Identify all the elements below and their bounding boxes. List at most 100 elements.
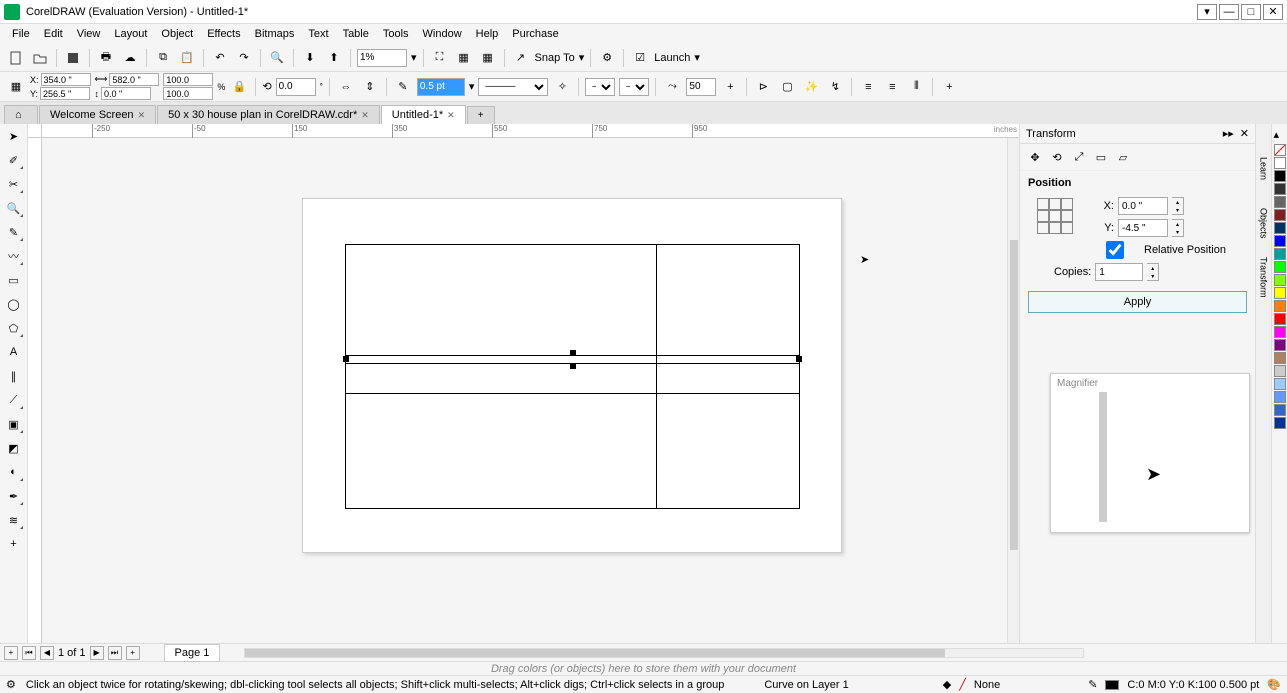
close-button[interactable]: ✕: [1263, 4, 1283, 20]
dimension-tool[interactable]: ⟋: [4, 390, 24, 410]
ellipse-tool[interactable]: ◯: [4, 294, 24, 314]
copies-input[interactable]: [1095, 263, 1143, 281]
wrap-icon[interactable]: ⤳: [662, 77, 682, 97]
align-center-icon[interactable]: ≡: [882, 77, 902, 97]
color-scroll-up-icon[interactable]: ▴: [1274, 128, 1286, 140]
crop-tool[interactable]: ✂: [4, 174, 24, 194]
text-tool[interactable]: A: [4, 342, 24, 362]
menu-tools[interactable]: Tools: [377, 26, 415, 42]
cloud-icon[interactable]: ☁: [120, 48, 140, 68]
menu-help[interactable]: Help: [470, 26, 505, 42]
rotation-input[interactable]: [276, 78, 316, 96]
plus-icon[interactable]: +: [720, 77, 740, 97]
color-swatch[interactable]: [1274, 274, 1286, 286]
menu-purchase[interactable]: Purchase: [506, 26, 564, 42]
docker-tab-transform[interactable]: Transform: [1257, 252, 1271, 302]
color-swatch[interactable]: [1274, 300, 1286, 312]
spinner[interactable]: ▴▾: [1172, 219, 1184, 237]
width-input[interactable]: [109, 73, 159, 86]
color-swatch[interactable]: [1274, 326, 1286, 338]
guides-icon[interactable]: ↗: [511, 48, 531, 68]
color-swatch[interactable]: [1274, 235, 1286, 247]
align-left-icon[interactable]: ≡: [858, 77, 878, 97]
import-icon[interactable]: ⬇: [300, 48, 320, 68]
close-tab-icon[interactable]: ✕: [447, 110, 455, 121]
color-swatch[interactable]: [1274, 378, 1286, 390]
add-page-icon[interactable]: +: [4, 646, 18, 660]
selection-handle[interactable]: [796, 356, 802, 362]
docker-collapse-icon[interactable]: ▸▸: [1223, 127, 1234, 140]
close-curve-icon[interactable]: ⊳: [753, 77, 773, 97]
color-swatch[interactable]: [1274, 339, 1286, 351]
transform-rotate-icon[interactable]: ⟲: [1048, 148, 1066, 166]
mirror-h-icon[interactable]: ⇔: [336, 77, 356, 97]
minimize-button[interactable]: —: [1219, 4, 1239, 20]
freehand-tool[interactable]: ✎: [4, 222, 24, 242]
fill-icon[interactable]: ◆: [943, 678, 951, 691]
close-tab-icon[interactable]: ✕: [361, 110, 369, 121]
lock-ratio-icon[interactable]: 🔒: [229, 77, 249, 97]
print-icon[interactable]: 🖶: [96, 48, 116, 68]
color-swatch[interactable]: [1274, 196, 1286, 208]
launch-check-icon[interactable]: ☑: [630, 48, 650, 68]
docker-tab-objects[interactable]: Objects: [1257, 198, 1271, 248]
vertical-ruler[interactable]: [28, 138, 42, 643]
horizontal-scrollbar[interactable]: [244, 648, 1084, 658]
open-icon[interactable]: [30, 48, 50, 68]
color-swatch[interactable]: [1274, 222, 1286, 234]
fill-tool[interactable]: ≋: [4, 510, 24, 530]
next-page-icon[interactable]: ▶: [90, 646, 104, 660]
transparency-tool[interactable]: ◐: [4, 462, 24, 482]
pos-x-input[interactable]: [41, 73, 91, 86]
document-tab[interactable]: Untitled-1*✕: [381, 105, 466, 124]
arrow-end-select[interactable]: —: [619, 78, 649, 96]
color-palette-icon[interactable]: 🎨: [1267, 678, 1281, 691]
color-swatch[interactable]: [1274, 183, 1286, 195]
color-swatch[interactable]: [1274, 313, 1286, 325]
no-fill-swatch[interactable]: [1274, 144, 1286, 156]
bbox-icon[interactable]: ▢: [777, 77, 797, 97]
last-page-icon[interactable]: ⏭: [108, 646, 122, 660]
fullscreen-icon[interactable]: ⛶: [430, 48, 450, 68]
selection-handle[interactable]: [343, 356, 349, 362]
align-right-icon[interactable]: ⦀: [906, 77, 926, 97]
transform-y-input[interactable]: [1118, 219, 1168, 237]
color-swatch[interactable]: [1274, 209, 1286, 221]
parallel-tool[interactable]: ∥: [4, 366, 24, 386]
drawing-rect[interactable]: [345, 244, 800, 509]
add-icon[interactable]: +: [939, 77, 959, 97]
new-icon[interactable]: [6, 48, 26, 68]
connector-tool[interactable]: ▣: [4, 414, 24, 434]
line-style-select[interactable]: ———: [478, 78, 548, 96]
scale-y-input[interactable]: [163, 87, 213, 100]
shadow-tool[interactable]: ◩: [4, 438, 24, 458]
arrow-start-select[interactable]: —: [585, 78, 615, 96]
canvas-viewport[interactable]: ➤: [42, 138, 1007, 643]
zoom-input[interactable]: [357, 49, 407, 67]
close-tab-icon[interactable]: ✕: [138, 110, 146, 121]
spinner[interactable]: ▴▾: [1172, 197, 1184, 215]
menu-effects[interactable]: Effects: [201, 26, 246, 42]
menu-bitmaps[interactable]: Bitmaps: [249, 26, 301, 42]
convert-icon[interactable]: ↯: [825, 77, 845, 97]
menu-text[interactable]: Text: [302, 26, 334, 42]
maximize-button[interactable]: □: [1241, 4, 1261, 20]
grid-icon[interactable]: ▦: [478, 48, 498, 68]
launch-button[interactable]: Launch: [654, 52, 690, 64]
pos-y-input[interactable]: [40, 87, 90, 100]
page-tab[interactable]: Page 1: [164, 644, 221, 662]
first-page-icon[interactable]: ⏮: [22, 646, 36, 660]
polygon-tool[interactable]: ⬠: [4, 318, 24, 338]
menu-object[interactable]: Object: [155, 26, 199, 42]
vertical-scrollbar[interactable]: [1007, 138, 1019, 643]
color-swatch[interactable]: [1274, 391, 1286, 403]
color-swatch[interactable]: [1274, 417, 1286, 429]
artistic-tool[interactable]: 〰: [4, 246, 24, 266]
anchor-grid[interactable]: [1038, 199, 1074, 235]
start-arrow-icon[interactable]: ✧: [552, 77, 572, 97]
search-icon[interactable]: 🔍: [267, 48, 287, 68]
preset-icon[interactable]: ▦: [6, 77, 26, 97]
options-icon[interactable]: ⚙: [597, 48, 617, 68]
help-button[interactable]: ▾: [1197, 4, 1217, 20]
docker-tab-learn[interactable]: Learn: [1257, 144, 1271, 194]
